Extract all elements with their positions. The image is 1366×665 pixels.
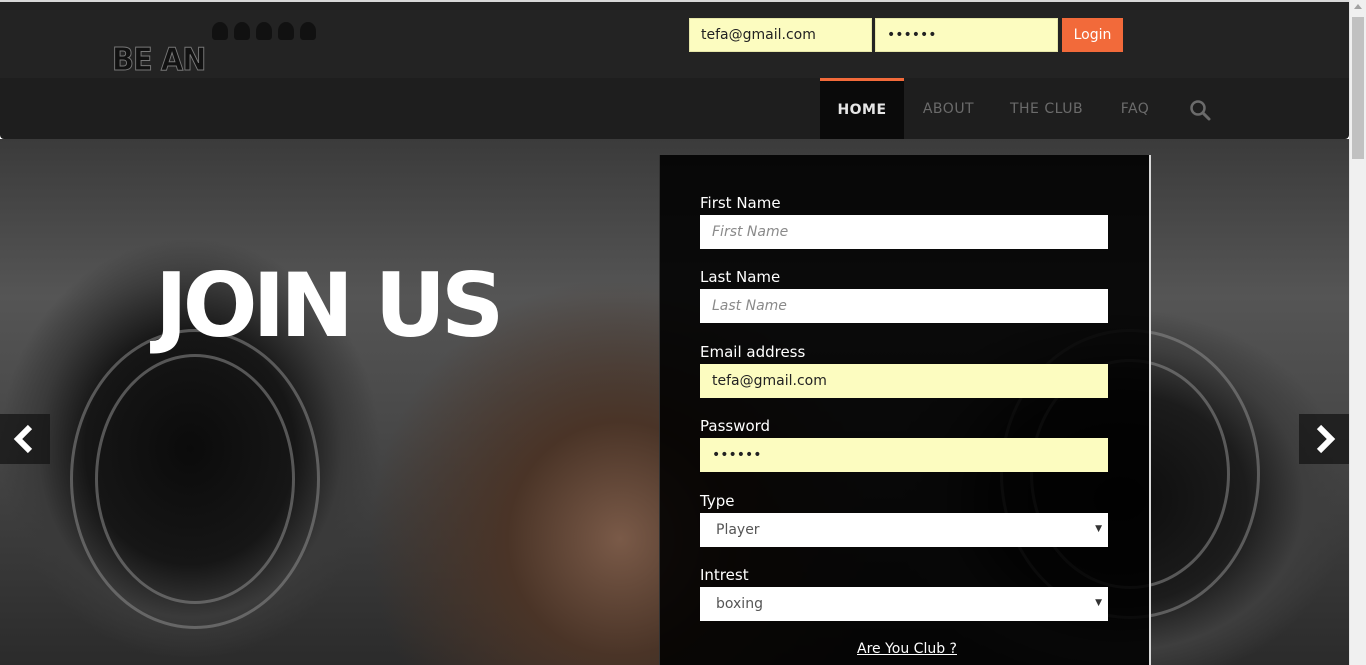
first-name-label: First Name <box>700 194 781 212</box>
slider-next-button[interactable] <box>1299 414 1349 464</box>
are-you-club-link[interactable]: Are You Club ? <box>857 641 957 657</box>
dropdown-arrow-icon: ▼ <box>1095 598 1102 608</box>
interest-select-value: boxing <box>716 596 763 612</box>
page-scrollbar[interactable] <box>1349 0 1366 665</box>
interest-label: Intrest <box>700 566 749 584</box>
search-icon[interactable] <box>1188 98 1212 122</box>
chevron-right-icon <box>1316 424 1336 454</box>
nav-item-home[interactable]: HOME <box>820 78 904 139</box>
nav-item-the-club[interactable]: THE CLUB <box>993 78 1100 139</box>
scroll-up-icon[interactable] <box>1354 4 1362 9</box>
type-label: Type <box>700 492 735 510</box>
top-bar: BE AN OLYMPIC <box>0 0 1349 115</box>
dropdown-arrow-icon: ▼ <box>1095 524 1102 534</box>
site-logo[interactable]: BE AN OLYMPIC <box>112 22 337 115</box>
dumbbell-plate-left-inner <box>95 354 295 604</box>
type-select[interactable]: Player ▼ <box>700 513 1108 547</box>
interest-select[interactable]: boxing ▼ <box>700 587 1108 621</box>
email-label: Email address <box>700 343 806 361</box>
hero-headline: JOIN US <box>155 254 504 357</box>
nav-item-faq[interactable]: FAQ <box>1100 78 1170 139</box>
chevron-left-icon <box>13 424 33 454</box>
first-name-input[interactable] <box>700 215 1108 249</box>
main-nav: HOME ABOUT THE CLUB FAQ <box>0 78 1349 139</box>
scroll-thumb[interactable] <box>1352 17 1364 159</box>
nav-item-about[interactable]: ABOUT <box>904 78 993 139</box>
password-label: Password <box>700 417 771 435</box>
email-input[interactable] <box>700 364 1108 398</box>
athlete-figures-icon <box>212 22 316 40</box>
last-name-label: Last Name <box>700 268 781 286</box>
login-password-input[interactable] <box>875 18 1058 52</box>
login-button[interactable]: Login <box>1062 18 1123 52</box>
login-email-input[interactable] <box>689 18 872 52</box>
password-input[interactable] <box>700 438 1108 472</box>
type-select-value: Player <box>716 522 760 538</box>
last-name-input[interactable] <box>700 289 1108 323</box>
slider-prev-button[interactable] <box>0 414 50 464</box>
